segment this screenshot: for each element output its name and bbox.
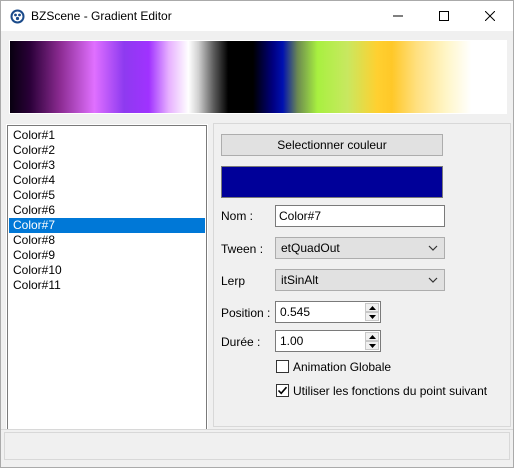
gradient-preview[interactable] [9, 40, 507, 114]
animation-globale-checkbox[interactable] [276, 360, 289, 373]
status-bar-panel [4, 432, 510, 460]
maximize-icon [439, 11, 449, 21]
app-icon [10, 9, 25, 24]
title-bar[interactable]: BZScene - Gradient Editor [1, 1, 513, 31]
duree-decrement-button[interactable] [365, 341, 379, 350]
position-label: Position : [221, 306, 271, 320]
list-item[interactable]: Color#4 [9, 173, 205, 188]
list-item[interactable]: Color#5 [9, 188, 205, 203]
tween-select[interactable]: etQuadOut [275, 237, 445, 259]
select-color-button[interactable]: Selectionner couleur [221, 134, 443, 156]
list-item[interactable]: Color#3 [9, 158, 205, 173]
lerp-value: itSinAlt [281, 273, 319, 287]
position-value: 0.545 [280, 305, 311, 319]
list-item[interactable]: Color#8 [9, 233, 205, 248]
window-title: BZScene - Gradient Editor [31, 9, 172, 23]
chevron-down-icon [428, 277, 438, 283]
list-item[interactable]: Color#9 [9, 248, 205, 263]
tween-label: Tween : [221, 242, 264, 256]
list-item[interactable]: Color#2 [9, 143, 205, 158]
lerp-label: Lerp [221, 274, 246, 288]
utiliser-fonctions-label[interactable]: Utiliser les fonctions du point suivant [293, 384, 487, 398]
position-decrement-button[interactable] [365, 312, 379, 321]
duree-spinner[interactable]: 1.00 [275, 330, 381, 352]
list-item[interactable]: Color#10 [9, 263, 205, 278]
chevron-down-icon [428, 245, 438, 251]
tween-value: etQuadOut [281, 241, 340, 255]
select-color-label: Selectionner couleur [277, 138, 387, 152]
duree-label: Durée : [221, 335, 261, 349]
color-swatch[interactable] [221, 166, 443, 198]
list-item[interactable]: Color#7 [9, 218, 205, 233]
close-button[interactable] [467, 1, 513, 31]
list-item[interactable]: Color#11 [9, 278, 205, 293]
position-increment-button[interactable] [365, 303, 379, 312]
arrow-up-icon [368, 305, 376, 310]
duree-increment-button[interactable] [365, 332, 379, 341]
gradient-editor-window: BZScene - Gradient Editor Color#1 Color#2… [0, 0, 514, 468]
list-item[interactable]: Color#6 [9, 203, 205, 218]
nom-input[interactable] [275, 205, 445, 227]
arrow-up-icon [368, 334, 376, 339]
nom-label: Nom : [221, 209, 254, 223]
lerp-select[interactable]: itSinAlt [275, 269, 445, 291]
position-spinner[interactable]: 0.545 [275, 301, 381, 323]
color-list[interactable]: Color#1 Color#2 Color#3 Color#4 Color#5 Color… [6, 124, 208, 432]
minimize-icon [393, 15, 403, 17]
animation-globale-label[interactable]: Animation Globale [293, 360, 391, 374]
minimize-button[interactable] [375, 1, 421, 31]
close-icon [485, 11, 495, 21]
arrow-down-icon [368, 314, 376, 319]
utiliser-fonctions-checkbox[interactable] [276, 384, 289, 397]
duree-value: 1.00 [280, 334, 304, 348]
maximize-button[interactable] [421, 1, 467, 31]
arrow-down-icon [368, 343, 376, 348]
checkmark-icon [277, 386, 288, 395]
list-item[interactable]: Color#1 [9, 128, 205, 143]
